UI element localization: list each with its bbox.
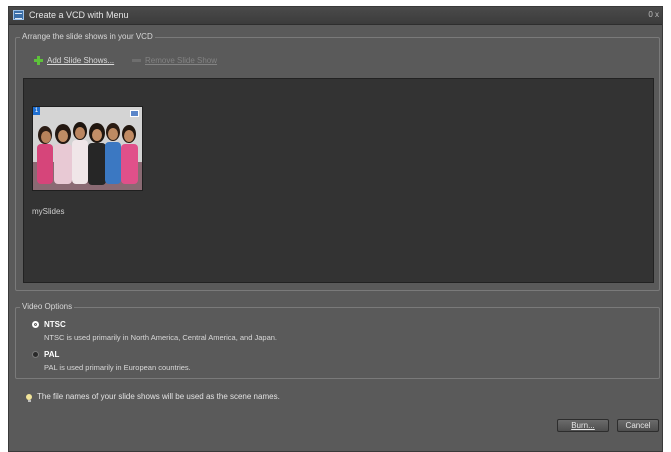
add-slide-shows-label: Add Slide Shows...: [47, 56, 115, 65]
info-message: The file names of your slide shows will …: [37, 392, 280, 401]
burn-button[interactable]: Burn...: [557, 419, 609, 432]
ntsc-title: NTSC: [44, 320, 66, 329]
remove-slide-show-label: Remove Slide Show: [145, 56, 218, 65]
plus-icon: [34, 56, 43, 65]
pal-title: PAL: [44, 350, 60, 359]
slide-shows-pane[interactable]: 1 mySlides: [23, 78, 654, 283]
video-options-group: Video Options NTSC NTSC is used primaril…: [15, 302, 660, 379]
cancel-button-label: Cancel: [625, 421, 651, 430]
window-controls[interactable]: 0 x: [648, 10, 659, 19]
slide-index-badge: 1: [33, 107, 40, 115]
title-bar[interactable]: Create a VCD with Menu 0 x: [9, 7, 662, 25]
ntsc-radio[interactable]: [32, 321, 39, 328]
window-title: Create a VCD with Menu: [29, 10, 129, 20]
create-vcd-dialog: Create a VCD with Menu 0 x Arrange the s…: [8, 6, 663, 452]
cancel-button[interactable]: Cancel: [617, 419, 659, 432]
pal-description: PAL is used primarily in European countr…: [44, 363, 191, 372]
pal-radio[interactable]: [32, 351, 39, 358]
group-photo-image: [33, 107, 142, 190]
lightbulb-icon: [26, 394, 32, 402]
burn-button-label: Burn...: [571, 421, 595, 430]
arrange-group: Arrange the slide shows in your VCD Add …: [15, 32, 660, 291]
app-icon: [13, 10, 24, 20]
arrange-legend: Arrange the slide shows in your VCD: [20, 32, 155, 41]
remove-slide-show-button[interactable]: Remove Slide Show: [132, 56, 217, 65]
slide-show-thumbnail[interactable]: 1: [32, 106, 143, 191]
video-options-legend: Video Options: [20, 302, 75, 311]
slideshow-icon: [130, 110, 139, 117]
add-slide-shows-button[interactable]: Add Slide Shows...: [34, 56, 114, 65]
slide-show-name: mySlides: [32, 207, 65, 216]
ntsc-description: NTSC is used primarily in North America,…: [44, 333, 278, 342]
minus-icon: [132, 59, 141, 62]
